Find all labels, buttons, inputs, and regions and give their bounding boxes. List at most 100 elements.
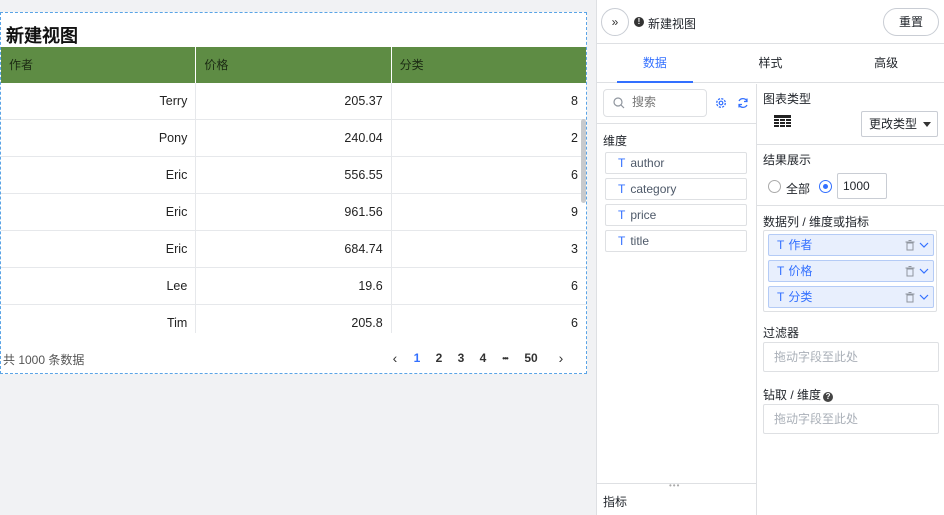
table-cell: 684.74 [196, 231, 392, 267]
page-button-last[interactable]: 50 [516, 351, 546, 365]
field-search-box[interactable] [603, 89, 707, 117]
column-chip-price[interactable]: T 价格 [768, 260, 934, 282]
text-type-icon: T [777, 290, 785, 304]
table-cell: 6 [571, 279, 578, 293]
table-cell: 19.6 [196, 268, 392, 304]
table-scrollbar[interactable] [581, 119, 586, 203]
table-body[interactable]: Terry 205.37 8 Pony 240.04 2 Eric 556.55… [1, 83, 586, 333]
filter-drop-zone[interactable]: 拖动字段至此处 [763, 342, 939, 372]
chevron-down-icon[interactable] [919, 293, 929, 301]
dimension-field-title[interactable]: Ttitle [605, 230, 747, 252]
search-input[interactable] [632, 95, 702, 109]
trash-icon[interactable] [905, 292, 915, 303]
data-table: 作者 价格 分类 Terry 205.37 8 Pony 240.04 2 Er… [1, 47, 586, 333]
divider [757, 144, 944, 145]
drill-drop-zone[interactable]: 拖动字段至此处 [763, 404, 939, 434]
change-type-label: 更改类型 [869, 117, 918, 131]
canvas-area: 新建视图 作者 价格 分类 Terry 205.37 8 Pony 240.04 [0, 0, 596, 515]
chevron-down-icon[interactable] [919, 241, 929, 249]
table-cell: 6 [571, 168, 578, 182]
page-button-4[interactable]: 4 [472, 351, 494, 365]
tab-data[interactable]: 数据 [597, 44, 713, 83]
column-header-price[interactable]: 价格 [196, 47, 392, 83]
table-cell: 556.55 [196, 157, 392, 193]
resize-grip-icon[interactable]: ••• [669, 481, 680, 490]
metric-section-label: 指标 [603, 495, 628, 509]
table-row: Terry 205.37 8 [1, 83, 586, 120]
panel-header: » ! 新建视图 重置 [597, 0, 944, 44]
table-cell: 3 [571, 242, 578, 256]
info-icon: ! [634, 17, 644, 27]
config-panel: » ! 新建视图 重置 数据 样式 高级 维度 Tauthor Tcategor… [596, 0, 944, 515]
radio-all[interactable] [768, 180, 781, 193]
page-button-3[interactable]: 3 [450, 351, 472, 365]
column-header-author[interactable]: 作者 [1, 47, 197, 83]
chip-label: 分类 [788, 290, 813, 304]
trash-icon[interactable] [905, 240, 915, 251]
tab-style[interactable]: 样式 [713, 44, 829, 82]
metric-section: ••• 指标 [597, 481, 757, 515]
table-row: Eric 684.74 3 [1, 231, 586, 268]
table-cell: 8 [571, 94, 578, 108]
table-row: Lee 19.6 6 [1, 268, 586, 305]
pagination: 共 1000 条数据 ‹ 1 2 3 4 ••• 50 › [1, 349, 586, 371]
field-label: title [630, 234, 650, 248]
table-cell: 2 [571, 131, 578, 145]
page-ellipsis[interactable]: ••• [494, 354, 516, 363]
dimension-field-category[interactable]: Tcategory [605, 178, 747, 200]
help-icon[interactable]: ? [823, 392, 834, 402]
page-button-2[interactable]: 2 [428, 351, 450, 365]
trash-icon[interactable] [905, 266, 915, 277]
text-type-icon: T [618, 156, 626, 170]
table-cell: Terry [1, 83, 197, 119]
chart-type-label: 图表类型 [763, 92, 812, 106]
fields-column: 维度 Tauthor Tcategory Tprice Ttitle ••• 指… [597, 84, 757, 515]
table-cell: Tim [1, 305, 197, 333]
columns-label: 数据列 / 维度或指标 [763, 215, 870, 229]
next-page-button[interactable]: › [550, 350, 572, 366]
column-chip-author[interactable]: T 作者 [768, 234, 934, 256]
text-type-icon: T [618, 208, 626, 222]
table-row: Eric 556.55 6 [1, 157, 586, 194]
table-row: Eric 961.56 9 [1, 194, 586, 231]
dimension-field-price[interactable]: Tprice [605, 204, 747, 226]
refresh-icon[interactable] [736, 96, 750, 110]
filter-label: 过滤器 [763, 326, 800, 340]
search-icon [613, 97, 625, 109]
result-limit-input[interactable]: 1000 [837, 173, 887, 199]
column-chip-category[interactable]: T 分类 [768, 286, 934, 308]
field-search-row [597, 84, 756, 124]
tab-advanced[interactable]: 高级 [828, 44, 944, 82]
field-label: price [630, 208, 657, 222]
view-card[interactable]: 新建视图 作者 价格 分类 Terry 205.37 8 Pony 240.04 [0, 12, 587, 374]
total-count: 共 1000 条数据 [3, 353, 85, 367]
caret-down-icon [923, 122, 931, 127]
text-type-icon: T [777, 238, 785, 252]
prev-page-button[interactable]: ‹ [384, 350, 406, 366]
drill-label-text: 钻取 / 维度 [763, 388, 822, 402]
radio-all-label: 全部 [786, 182, 811, 196]
table-header: 作者 价格 分类 [1, 47, 586, 83]
columns-drop-area[interactable]: T 作者 T 价格 T 分类 [763, 230, 937, 312]
table-cell: Eric [1, 157, 197, 193]
reset-button[interactable]: 重置 [883, 8, 939, 36]
radio-limit[interactable] [819, 180, 832, 193]
chevron-down-icon[interactable] [919, 267, 929, 275]
table-cell: 961.56 [196, 194, 392, 230]
collapse-panel-button[interactable]: » [601, 8, 629, 36]
chip-label: 作者 [788, 238, 813, 252]
app-root: 新建视图 作者 价格 分类 Terry 205.37 8 Pony 240.04 [0, 0, 944, 515]
panel-tabs: 数据 样式 高级 [597, 44, 944, 83]
table-cell: Lee [1, 268, 197, 304]
column-header-category[interactable]: 分类 [392, 47, 586, 83]
settings-icon[interactable] [714, 96, 728, 110]
dimension-field-author[interactable]: Tauthor [605, 152, 747, 174]
settings-column: 图表类型 更改类型 结果展示 全部 1000 数据列 / 维度或指标 T作者 [757, 84, 944, 515]
field-label: category [630, 182, 677, 196]
change-type-select[interactable]: 更改类型 [861, 111, 938, 137]
divider [757, 205, 944, 206]
text-type-icon: T [618, 182, 626, 196]
page-button-1[interactable]: 1 [406, 351, 428, 365]
chip-label: 价格 [788, 264, 813, 278]
table-chart-icon[interactable] [774, 115, 791, 129]
